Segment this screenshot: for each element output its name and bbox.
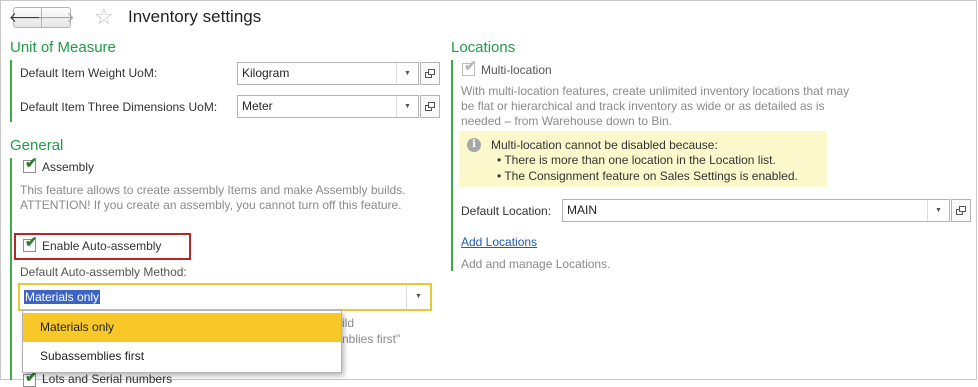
default-location-label: Default Location:	[461, 204, 552, 218]
open-form-icon	[425, 69, 435, 78]
multi-location-description: With multi-location features, create unl…	[461, 84, 850, 128]
section-title-unit-of-measure: Unit of Measure	[10, 39, 116, 56]
open-form-icon	[425, 102, 435, 111]
assembly-description: This feature allows to create assembly I…	[20, 183, 406, 212]
auto-assembly-method-label: Default Auto-assembly Method:	[20, 265, 187, 279]
section-bar	[451, 60, 453, 271]
multi-location-warning: i Multi-location cannot be disabled beca…	[459, 131, 827, 187]
multi-location-checkbox[interactable]: ✔	[462, 59, 477, 76]
arrow-right-icon: 🡒	[37, 9, 75, 25]
assembly-label: Assembly	[42, 160, 95, 174]
assembly-checkbox[interactable]: ✔	[23, 156, 38, 173]
auto-assembly-method-select[interactable]: Materials only ▼	[18, 283, 432, 311]
auto-assembly-label: Enable Auto-assembly	[42, 239, 162, 253]
default-location-select[interactable]: MAIN ▼	[562, 199, 950, 222]
check-icon: ✔	[464, 58, 477, 75]
warning-item: • There is more than one location in the…	[497, 153, 776, 167]
auto-assembly-method-value: Materials only	[24, 290, 101, 304]
check-icon: ✔	[25, 155, 38, 172]
lots-serial-label: Lots and Serial numbers	[42, 372, 173, 386]
open-form-icon	[956, 206, 966, 215]
weight-uom-value: Kilogram	[242, 66, 290, 80]
dropdown-arrow-icon[interactable]: ▼	[396, 96, 418, 117]
open-default-location-button[interactable]	[951, 199, 971, 222]
multi-location-label: Multi-location	[481, 63, 552, 77]
open-dimensions-uom-button[interactable]	[420, 95, 440, 118]
dropdown-option-materials-only[interactable]: Materials only	[23, 313, 341, 342]
section-title-locations: Locations	[451, 39, 516, 56]
obscured-description-line2: nblies first"	[342, 332, 401, 346]
dropdown-arrow-icon[interactable]: ▼	[396, 63, 418, 84]
weight-uom-label: Default Item Weight UoM:	[20, 66, 158, 80]
dropdown-arrow-icon[interactable]: ▼	[406, 285, 430, 309]
weight-uom-select[interactable]: Kilogram ▼	[237, 62, 419, 85]
info-icon: i	[467, 138, 481, 152]
auto-assembly-checkbox[interactable]: ✔	[23, 235, 38, 252]
warning-title: Multi-location cannot be disabled becaus…	[491, 138, 718, 152]
dimensions-uom-label: Default Item Three Dimensions UoM:	[20, 100, 218, 114]
check-icon: ✔	[25, 234, 38, 251]
section-bar	[10, 60, 12, 122]
dimensions-uom-select[interactable]: Meter ▼	[237, 95, 419, 118]
dropdown-arrow-icon[interactable]: ▼	[927, 200, 949, 221]
page-title: Inventory settings	[128, 7, 262, 26]
auto-assembly-method-dropdown: Materials only Subassemblies first	[22, 310, 342, 373]
dimensions-uom-value: Meter	[242, 99, 273, 113]
dropdown-option-subassemblies-first[interactable]: Subassemblies first	[23, 342, 341, 371]
default-location-value: MAIN	[567, 203, 597, 217]
obscured-description-line1: ild	[342, 316, 355, 330]
favorite-star-icon[interactable]: ☆	[94, 5, 114, 29]
section-title-general: General	[10, 137, 64, 154]
forward-button[interactable]: 🡒	[37, 7, 75, 28]
add-locations-description: Add and manage Locations.	[461, 257, 611, 271]
add-locations-link[interactable]: Add Locations	[461, 235, 537, 250]
open-weight-uom-button[interactable]	[420, 62, 440, 85]
section-bar	[10, 158, 12, 380]
warning-item: • The Consignment feature on Sales Setti…	[497, 169, 798, 183]
